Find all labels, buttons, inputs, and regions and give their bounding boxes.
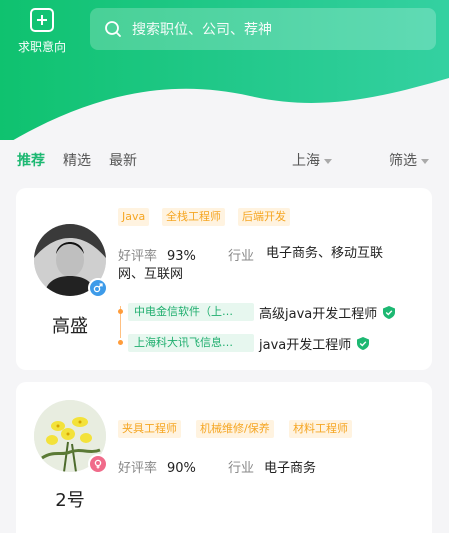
industry: 行业 电子商务 — [228, 457, 316, 476]
candidate-name: 高盛 — [52, 316, 88, 337]
skill-tag: 夹具工程师 — [118, 420, 181, 438]
job-intent-button[interactable]: 求职意向 — [14, 8, 70, 55]
industry-label: 行业 — [228, 461, 255, 476]
header-wave — [0, 78, 449, 148]
search-placeholder: 搜索职位、公司、荐神 — [132, 22, 272, 38]
company-tag: 中电金信软件（上… — [128, 303, 254, 321]
skill-tag: 全栈工程师 — [162, 208, 225, 226]
search-icon — [105, 21, 121, 37]
chevron-down-icon — [421, 158, 429, 164]
skill-tag: Java — [118, 208, 150, 226]
search-bar[interactable]: 搜索职位、公司、荐神 — [90, 8, 436, 50]
city-label: 上海 — [292, 153, 320, 169]
chevron-down-icon — [324, 158, 332, 164]
tab-bar: 推荐 精选 最新 上海 筛选 — [0, 150, 449, 172]
filter-dropdown[interactable]: 筛选 — [389, 150, 429, 170]
timeline-dot — [118, 340, 123, 345]
skill-tag: 材料工程师 — [289, 420, 352, 438]
job-intent-label: 求职意向 — [17, 40, 66, 54]
job-title: 高级java开发工程师 — [259, 303, 396, 322]
candidate-card[interactable]: 高盛 Java 全栈工程师 后端开发 好评率 93% 行业 电子商务、移动互联网、… — [16, 188, 432, 370]
female-icon — [88, 454, 108, 474]
verified-icon — [383, 306, 396, 319]
tab-recommend[interactable]: 推荐 — [17, 150, 45, 170]
skill-tag: 后端开发 — [238, 208, 290, 226]
filter-label: 筛选 — [389, 153, 417, 169]
city-dropdown[interactable]: 上海 — [292, 150, 332, 170]
timeline-dot — [118, 309, 123, 314]
rating-label: 好评率 — [118, 461, 158, 476]
company-tag: 上海科大讯飞信息… — [128, 334, 254, 352]
verified-icon — [357, 337, 370, 350]
rating-value: 90% — [167, 461, 196, 476]
skill-tag: 机械维修/保养 — [196, 420, 274, 438]
candidate-card[interactable]: 2号 夹具工程师 机械维修/保养 材料工程师 好评率 90% 行业 电子商务 — [16, 382, 432, 533]
industry-value: 电子商务 — [264, 461, 317, 476]
industry-value: 电子商务、移动互联网、互联网 — [118, 246, 384, 282]
tab-selected[interactable]: 精选 — [63, 150, 91, 170]
male-icon — [88, 278, 108, 298]
job-title: java开发工程师 — [259, 334, 370, 353]
rating: 好评率 90% — [118, 457, 196, 476]
candidate-name: 2号 — [55, 490, 85, 511]
tab-latest[interactable]: 最新 — [109, 150, 137, 170]
add-icon — [30, 8, 54, 32]
